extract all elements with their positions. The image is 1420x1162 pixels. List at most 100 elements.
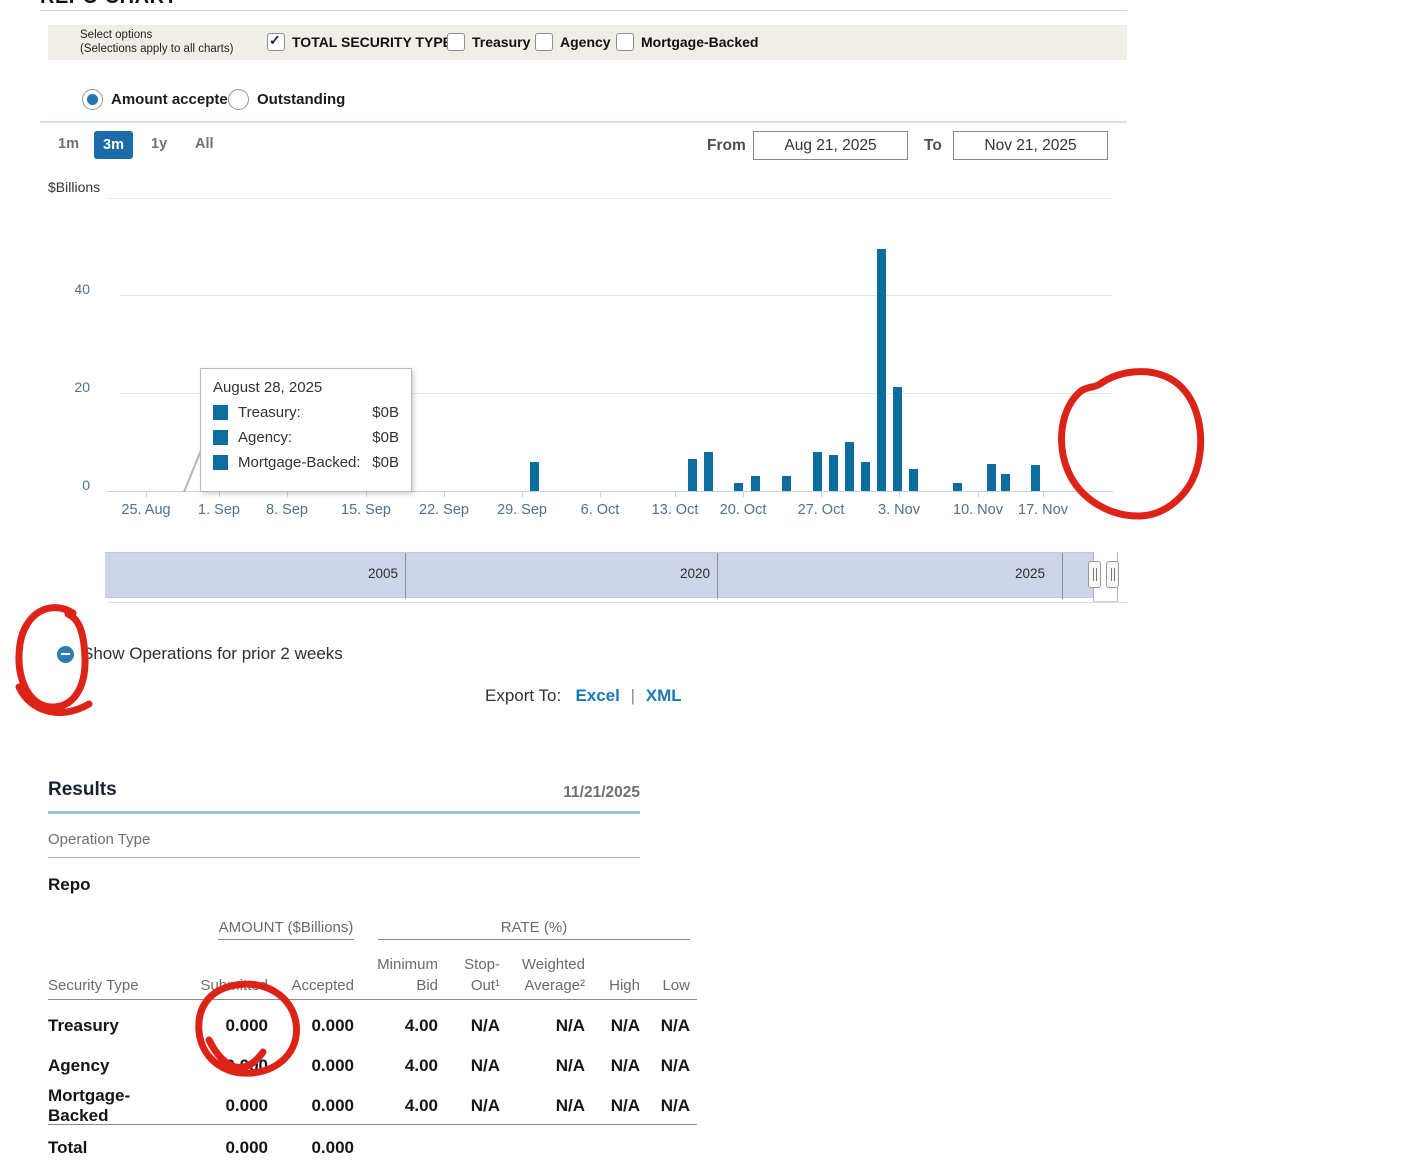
checkbox-unchecked-icon[interactable] [535, 33, 553, 51]
table-cell: Total [48, 1138, 188, 1158]
export-to-label: Export To: [485, 686, 561, 705]
section-divider [40, 121, 1127, 123]
range-button-1y[interactable]: 1y [151, 136, 167, 152]
collapse-minus-icon[interactable] [57, 646, 74, 663]
navigator-year-2005: 2005 [318, 566, 398, 581]
table-cell: 4.00 [354, 1016, 438, 1036]
chart-bar[interactable] [845, 442, 854, 491]
annotation-circle-collapse-tail [19, 687, 89, 712]
chart-bar[interactable] [704, 452, 713, 491]
table-cell: 0.000 [188, 1138, 268, 1158]
chart-bar[interactable] [813, 452, 822, 491]
x-tick-label: 13. Oct [640, 502, 710, 518]
tooltip-date: August 28, 2025 [213, 379, 399, 396]
table-cell: 0.000 [188, 1016, 268, 1036]
tooltip-row-treasury: Treasury: $0B [213, 404, 399, 421]
to-label: To [924, 137, 942, 155]
radio-amount-accepted[interactable]: Amount accepted [82, 89, 237, 110]
x-tick-label: 3. Nov [864, 502, 934, 518]
column-header-minimum-bid: MinimumBid [354, 952, 438, 996]
chart-bar[interactable] [734, 483, 743, 491]
chart-bar[interactable] [1031, 465, 1040, 491]
chart-bar[interactable] [861, 462, 870, 491]
group-header-amount-underline [218, 939, 354, 940]
table-cell: N/A [500, 1056, 585, 1076]
checkbox-unchecked-icon[interactable] [447, 33, 465, 51]
chart-bar[interactable] [751, 476, 760, 491]
operation-name: Repo [48, 875, 91, 895]
results-title: Results [48, 779, 117, 801]
x-tick-mark [743, 492, 744, 497]
table-row: Mortgage-Backed0.0000.0004.00N/AN/AN/AN/… [48, 1086, 690, 1126]
x-tick-mark [899, 492, 900, 497]
navigator-right-handle-icon[interactable] [1106, 561, 1119, 588]
link-separator: | [625, 686, 641, 705]
checkbox-agency[interactable]: Agency [535, 33, 611, 51]
table-cell: Agency [48, 1056, 188, 1076]
tooltip-row-agency: Agency: $0B [213, 429, 399, 446]
x-tick-mark [219, 492, 220, 497]
table-cell: 0.000 [268, 1138, 354, 1158]
to-date-input[interactable]: Nov 21, 2025 [953, 131, 1108, 160]
table-cell: N/A [585, 1056, 640, 1076]
checkbox-mortgage-backed[interactable]: Mortgage-Backed [616, 33, 758, 51]
chart-bar[interactable] [688, 459, 697, 491]
chart-bar[interactable] [1001, 474, 1010, 491]
operation-type-label: Operation Type [48, 831, 150, 848]
range-button-1m[interactable]: 1m [58, 136, 79, 152]
results-date: 11/21/2025 [500, 784, 640, 802]
chart-bar[interactable] [829, 455, 838, 491]
chart-bar[interactable] [530, 462, 539, 491]
radio-unselected-icon[interactable] [228, 89, 249, 110]
range-navigator-track[interactable]: 2005 2020 2025 [105, 552, 1117, 598]
chart-bar[interactable] [953, 483, 962, 491]
navigator-bottom-border [108, 602, 1127, 603]
group-header-rate: RATE (%) [378, 919, 690, 936]
chart-bar[interactable] [893, 387, 902, 491]
x-tick-label: 29. Sep [487, 502, 557, 518]
x-tick-mark [522, 492, 523, 497]
navigator-year-2025: 2025 [965, 566, 1045, 581]
checkbox-total-security-types[interactable]: TOTAL SECURITY TYPES [267, 33, 461, 51]
x-tick-label: 1. Sep [184, 502, 254, 518]
series-swatch-icon [213, 430, 228, 445]
radio-outstanding[interactable]: Outstanding [228, 89, 345, 110]
range-button-3m[interactable]: 3m [94, 131, 133, 159]
page-title: REPO CHART [40, 0, 300, 8]
table-row: Treasury0.0000.0004.00N/AN/AN/AN/A [48, 1006, 690, 1046]
table-cell: N/A [640, 1016, 690, 1036]
total-row: Total0.0000.000 [48, 1128, 690, 1162]
range-button-all[interactable]: All [195, 136, 214, 152]
navigator-divider [1062, 553, 1063, 599]
chart-bar[interactable] [987, 464, 996, 491]
top-divider [40, 10, 1127, 11]
chart-bar[interactable] [877, 249, 886, 491]
chart-options-bar: Select options (Selections apply to all … [48, 25, 1127, 60]
chart-bar[interactable] [909, 469, 918, 491]
table-cell: N/A [640, 1096, 690, 1116]
navigator-divider [405, 553, 406, 599]
table-cell: N/A [500, 1096, 585, 1116]
table-cell: Mortgage-Backed [48, 1086, 188, 1126]
x-tick-mark [675, 492, 676, 497]
x-tick-label: 27. Oct [786, 502, 856, 518]
export-xml-link[interactable]: XML [646, 686, 682, 705]
x-tick-label: 17. Nov [1008, 502, 1078, 518]
radio-selected-icon[interactable] [82, 89, 103, 110]
series-swatch-icon [213, 455, 228, 470]
plot-top-border [107, 198, 1113, 199]
table-cell: N/A [438, 1056, 500, 1076]
checkbox-treasury[interactable]: Treasury [447, 33, 530, 51]
table-cell: 0.000 [268, 1056, 354, 1076]
from-date-input[interactable]: Aug 21, 2025 [753, 131, 908, 160]
navigator-left-handle-icon[interactable] [1088, 561, 1101, 588]
x-tick-label: 10. Nov [943, 502, 1013, 518]
show-operations-toggle[interactable]: Show Operations for prior 2 weeks [57, 644, 343, 664]
export-excel-link[interactable]: Excel [575, 686, 619, 705]
chart-bar[interactable] [782, 476, 791, 491]
column-header-weighted-average: WeightedAverage² [500, 952, 585, 996]
checkbox-unchecked-icon[interactable] [616, 33, 634, 51]
x-tick-mark [821, 492, 822, 497]
navigator-divider [717, 553, 718, 599]
checkbox-checked-icon[interactable] [267, 33, 285, 51]
